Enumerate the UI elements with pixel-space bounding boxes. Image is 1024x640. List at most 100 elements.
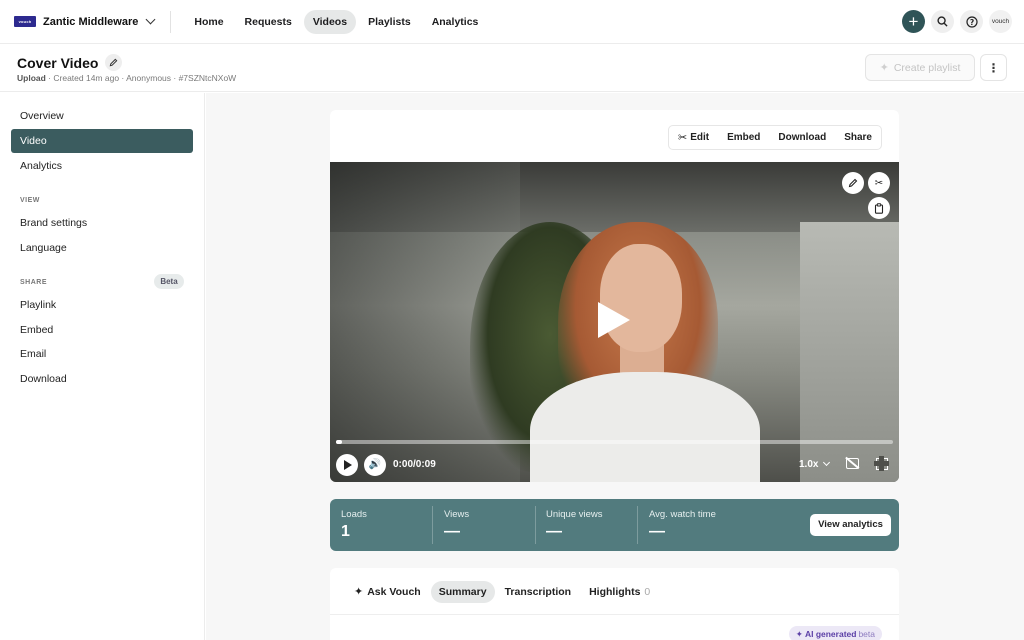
- stat-label: Avg. watch time: [649, 509, 716, 520]
- stat-value: —: [444, 523, 460, 540]
- volume-button[interactable]: 🔊: [364, 454, 386, 476]
- nav-analytics[interactable]: Analytics: [423, 10, 488, 34]
- plus-icon: +: [908, 11, 919, 31]
- tab-label: Ask Vouch: [367, 585, 421, 598]
- top-navbar: vouch Zantic Middleware Home Requests Vi…: [0, 0, 1024, 44]
- fullscreen-icon[interactable]: [874, 456, 889, 471]
- chevron-down-icon: [823, 458, 831, 467]
- stat-value: —: [649, 523, 665, 540]
- sidebar-item-playlink[interactable]: Playlink: [11, 293, 193, 317]
- meta-type: Upload: [17, 73, 46, 83]
- ai-beta-label: beta: [858, 629, 875, 639]
- tab-label: Highlights: [589, 585, 641, 598]
- stat-label: Views: [444, 509, 470, 520]
- view-analytics-button[interactable]: View analytics: [810, 514, 891, 536]
- clipboard-icon: [874, 202, 884, 214]
- play-overlay-icon[interactable]: [598, 302, 630, 338]
- help-button[interactable]: ?: [960, 10, 983, 33]
- nav-videos[interactable]: Videos: [303, 9, 357, 34]
- sidebar: Overview Video Analytics VIEW Brand sett…: [0, 93, 205, 640]
- progress-fill: [336, 440, 342, 444]
- progress-bar[interactable]: [336, 440, 893, 444]
- help-icon: ?: [965, 15, 978, 28]
- tab-summary[interactable]: Summary: [430, 580, 495, 603]
- scissors-icon: ✂: [874, 177, 884, 189]
- clipboard-button[interactable]: [868, 197, 890, 219]
- nav-playlists[interactable]: Playlists: [359, 10, 420, 34]
- workspace-switcher[interactable]: vouch Zantic Middleware: [14, 0, 156, 44]
- tab-ask-vouch[interactable]: ✦ Ask Vouch: [346, 580, 429, 603]
- video-card: ✂ Edit Embed Download Share ✂ 🔊 0:00/0:0…: [330, 110, 899, 482]
- time-display: 0:00/0:09: [393, 459, 436, 470]
- nav-divider: [170, 10, 172, 33]
- tab-transcription[interactable]: Transcription: [497, 581, 580, 603]
- sidebar-item-download[interactable]: Download: [11, 367, 193, 391]
- section-view-label: VIEW: [20, 197, 40, 204]
- sidebar-item-video[interactable]: Video: [11, 129, 193, 153]
- tab-highlights[interactable]: Highlights 0: [581, 581, 658, 603]
- sidebar-item-overview[interactable]: Overview: [11, 104, 193, 128]
- sidebar-item-brand-settings[interactable]: Brand settings: [11, 211, 193, 235]
- speed-value: 1.0x: [799, 459, 819, 470]
- stats-bar: Loads 1 Views — Unique views — Avg. watc…: [330, 499, 899, 551]
- stat-label: Loads: [341, 509, 367, 520]
- highlights-count: 0: [644, 585, 651, 598]
- sparkle-icon: ✦: [354, 586, 364, 598]
- edit-video-button[interactable]: ✂ Edit: [669, 125, 718, 150]
- tabs-divider: [330, 614, 899, 615]
- account-avatar[interactable]: vouch: [989, 10, 1012, 33]
- chevron-down-icon: [145, 14, 156, 25]
- workspace-name: Zantic Middleware: [43, 15, 139, 28]
- more-options-button[interactable]: ⋮: [980, 54, 1007, 81]
- annotate-video-button[interactable]: [842, 172, 864, 194]
- download-button[interactable]: Download: [769, 125, 835, 150]
- create-playlist-label: Create playlist: [893, 61, 961, 74]
- main-nav: Home Requests Videos Playlists Analytics: [185, 9, 490, 34]
- stat-value: —: [546, 523, 562, 540]
- sparkle-icon: ✦: [879, 62, 889, 74]
- svg-text:?: ?: [969, 17, 973, 26]
- play-button[interactable]: [336, 454, 358, 476]
- create-playlist-button[interactable]: ✦ Create playlist: [865, 54, 975, 81]
- embed-button[interactable]: Embed: [718, 125, 769, 150]
- top-actions: + ? vouch: [896, 10, 1012, 33]
- section-share-label: SHARE: [20, 279, 48, 286]
- beta-badge: Beta: [154, 274, 184, 289]
- edit-label: Edit: [690, 132, 710, 143]
- share-button[interactable]: Share: [835, 125, 881, 150]
- captions-off-icon[interactable]: [846, 458, 859, 469]
- main-content: ✂ Edit Embed Download Share ✂ 🔊 0:00/0:0…: [206, 93, 1024, 640]
- stat-divider: [432, 506, 433, 544]
- brand-logo: vouch: [14, 16, 36, 27]
- trim-video-button[interactable]: ✂: [868, 172, 890, 194]
- stat-divider: [637, 506, 638, 544]
- pencil-icon: [110, 58, 118, 67]
- stat-label: Unique views: [546, 509, 603, 520]
- sidebar-item-language[interactable]: Language: [11, 236, 193, 260]
- playback-speed-select[interactable]: 1.0x: [799, 458, 831, 470]
- video-meta: Upload · Created 14m ago · Anonymous · #…: [17, 73, 236, 83]
- sidebar-item-analytics[interactable]: Analytics: [11, 154, 193, 178]
- meta-details: · Created 14m ago · Anonymous · #7SZNtcN…: [45, 73, 237, 83]
- title-row: Cover Video: [17, 54, 123, 71]
- page-title: Cover Video: [17, 54, 99, 71]
- stat-value: 1: [341, 523, 350, 540]
- create-new-button[interactable]: +: [902, 10, 925, 33]
- nav-requests[interactable]: Requests: [236, 10, 301, 34]
- kebab-menu-icon: ⋮: [987, 60, 1000, 75]
- video-frame-person-body: [530, 372, 760, 482]
- scissors-icon: ✂: [677, 132, 688, 144]
- sidebar-item-email[interactable]: Email: [11, 342, 193, 366]
- search-button[interactable]: [931, 10, 954, 33]
- sparkle-icon: ✦: [795, 629, 805, 639]
- sidebar-item-embed[interactable]: Embed: [11, 318, 193, 342]
- video-player[interactable]: ✂ 🔊 0:00/0:09 1.0x: [330, 162, 899, 482]
- video-toolbar: ✂ Edit Embed Download Share: [667, 125, 882, 150]
- edit-title-button[interactable]: [105, 54, 123, 71]
- pencil-icon: [848, 178, 858, 188]
- ai-generated-badge: ✦ AI generated beta: [788, 626, 882, 640]
- search-icon: [937, 16, 948, 27]
- nav-home[interactable]: Home: [185, 10, 232, 34]
- speaker-icon: 🔊: [368, 459, 382, 470]
- insights-tabs: ✦ Ask Vouch Summary Transcription Highlig…: [346, 580, 660, 603]
